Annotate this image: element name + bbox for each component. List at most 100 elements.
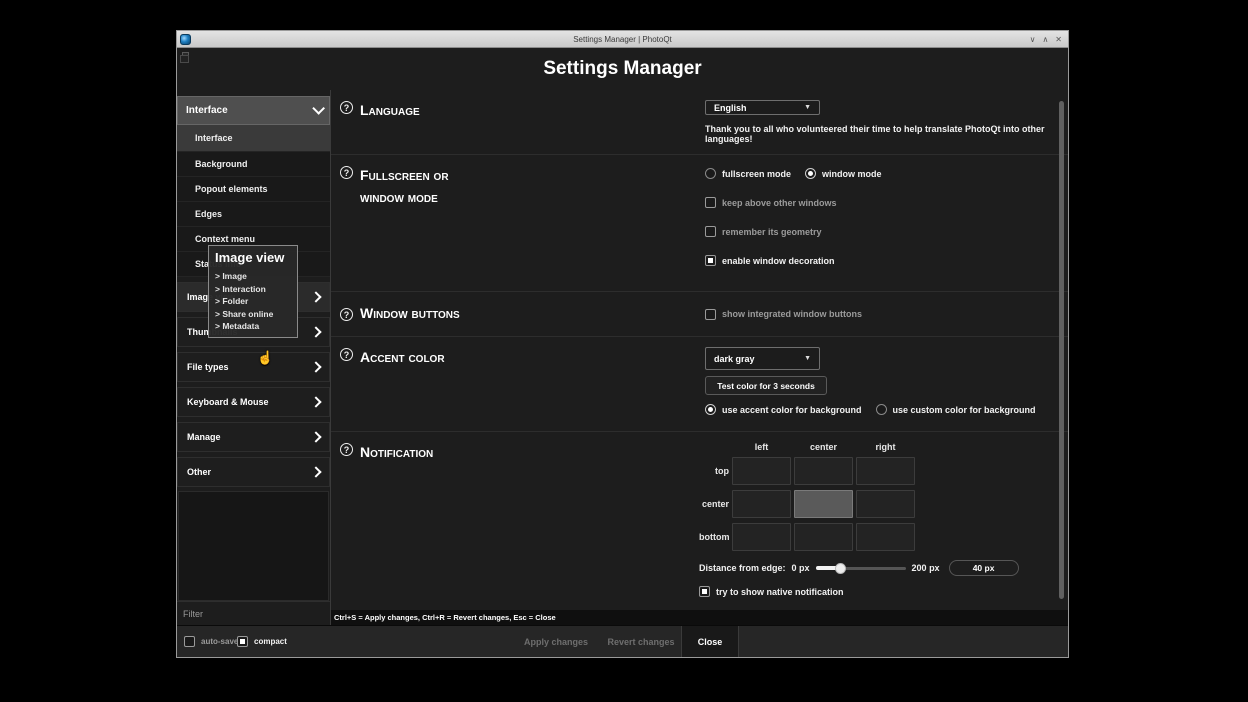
help-icon[interactable]: ? [340,348,353,361]
grid-row-label: top [699,466,729,476]
radio-label: use accent color for background [722,405,862,415]
distance-min-label: 0 px [792,563,810,573]
checkbox-remember-geometry[interactable]: remember its geometry [705,226,1068,237]
grid-cell-top-right[interactable] [856,457,915,485]
checkbox-icon [237,636,248,647]
grid-cell-bottom-right[interactable] [856,523,915,551]
chevron-right-icon [310,396,321,407]
help-icon[interactable]: ? [340,101,353,114]
sidebar-item-background[interactable]: Background [177,152,330,177]
filter-input[interactable] [177,609,330,619]
sidebar-item-file-types[interactable]: File types [177,352,330,382]
sidebar-empty-area [178,491,329,601]
tooltip-item: > Interaction [215,283,291,296]
distance-slider[interactable] [816,563,906,574]
grid-col-label: center [794,442,853,452]
checkbox-native-notification[interactable]: try to show native notification [699,586,1068,597]
checkbox-icon [699,586,710,597]
dropdown-arrow-icon: ▼ [804,355,811,362]
grid-cell-top-center[interactable] [794,457,853,485]
grid-row-label: center [699,499,729,509]
checkbox-icon [705,197,716,208]
grid-cell-bottom-center[interactable] [794,523,853,551]
sidebar-item-other[interactable]: Other [177,457,330,487]
sidebar-category-interface[interactable]: Interface [177,96,330,125]
test-color-button[interactable]: Test color for 3 seconds [705,376,827,395]
sidebar-item-label: Interface [195,133,233,143]
sidebar-item-keyboard-mouse[interactable]: Keyboard & Mouse [177,387,330,417]
checkbox-icon [705,255,716,266]
grid-cell-top-left[interactable] [732,457,791,485]
compact-checkbox[interactable]: compact [237,636,287,647]
grid-row-label: bottom [699,532,729,542]
sidebar-item-label: Keyboard & Mouse [187,397,269,407]
section-notification: ? Notification left center right top [331,432,1068,609]
checkbox-keep-above[interactable]: keep above other windows [705,197,1068,208]
apply-changes-button[interactable]: Apply changes [516,626,596,657]
slider-handle[interactable] [835,563,846,574]
section-title: Accent color [360,347,445,369]
section-title: Window buttons [360,303,460,325]
checkbox-integrated-buttons[interactable]: show integrated window buttons [705,309,1068,320]
grid-col-label: right [856,442,915,452]
accent-color-dropdown[interactable]: dark gray ▼ [705,347,820,370]
sidebar: Interface Interface Background Popout el… [177,90,331,625]
header: Settings Manager [177,48,1068,90]
section-window-buttons: ? Window buttons show integrated window … [331,292,1068,337]
sidebar-item-label: Other [187,467,211,477]
sidebar-item-interface[interactable]: Interface [177,125,330,152]
section-title: Notification [360,442,433,464]
sidebar-item-popout-elements[interactable]: Popout elements [177,177,330,202]
tooltip-title: Image view [215,250,291,265]
checkbox-label: remember its geometry [722,227,822,237]
grid-cell-center-center[interactable] [794,490,853,518]
sidebar-item-edges[interactable]: Edges [177,202,330,227]
help-icon[interactable]: ? [340,166,353,179]
titlebar[interactable]: Settings Manager | PhotoQt ∨ ∧ ✕ [177,31,1068,48]
distance-max-label: 200 px [912,563,940,573]
radio-accent-background[interactable]: use accent color for background [705,404,862,415]
sidebar-item-label: Background [195,159,248,169]
filter-container [177,601,330,625]
tooltip-item: > Image [215,270,291,283]
radio-window-mode[interactable]: window mode [805,168,882,179]
section-title: Fullscreen or window mode [360,165,490,208]
radio-custom-background[interactable]: use custom color for background [876,404,1036,415]
tooltip-item: > Folder [215,295,291,308]
language-dropdown-value: English [714,103,747,113]
grid-col-label: left [732,442,791,452]
radio-label: fullscreen mode [722,169,791,179]
language-note: Thank you to all who volunteered their t… [705,124,1068,144]
tooltip-item: > Metadata [215,320,291,333]
radio-icon [876,404,887,415]
vertical-scrollbar[interactable] [1059,101,1064,599]
checkbox-window-decoration[interactable]: enable window decoration [705,255,1068,266]
language-dropdown[interactable]: English ▼ [705,100,820,115]
chevron-right-icon [310,466,321,477]
help-icon[interactable]: ? [340,308,353,321]
chevron-right-icon [310,291,321,302]
page-title: Settings Manager [177,48,1068,80]
section-fullscreen-mode: ? Fullscreen or window mode fullscreen m… [331,155,1068,292]
checkbox-label: keep above other windows [722,198,837,208]
radio-icon [705,404,716,415]
revert-changes-button[interactable]: Revert changes [601,626,681,657]
help-icon[interactable]: ? [340,443,353,456]
section-language: ? Language English ▼ Thank you to all wh… [331,90,1068,155]
autosave-checkbox[interactable]: auto-save [184,636,238,647]
grid-cell-center-left[interactable] [732,490,791,518]
sidebar-item-manage[interactable]: Manage [177,422,330,452]
distance-value-spinbox[interactable]: 40 px [949,560,1019,576]
grid-cell-center-right[interactable] [856,490,915,518]
popout-icon[interactable] [182,52,189,58]
shortcut-status-bar: Ctrl+S = Apply changes, Ctrl+R = Revert … [331,610,1068,625]
grid-cell-bottom-left[interactable] [732,523,791,551]
checkbox-label: enable window decoration [722,256,835,266]
radio-fullscreen-mode[interactable]: fullscreen mode [705,168,791,179]
chevron-right-icon [310,431,321,442]
distance-label: Distance from edge: [699,563,786,573]
sidebar-item-label: Edges [195,209,222,219]
checkbox-label: try to show native notification [716,587,844,597]
close-button[interactable]: Close [681,626,739,657]
checkbox-label: auto-save [201,637,238,646]
